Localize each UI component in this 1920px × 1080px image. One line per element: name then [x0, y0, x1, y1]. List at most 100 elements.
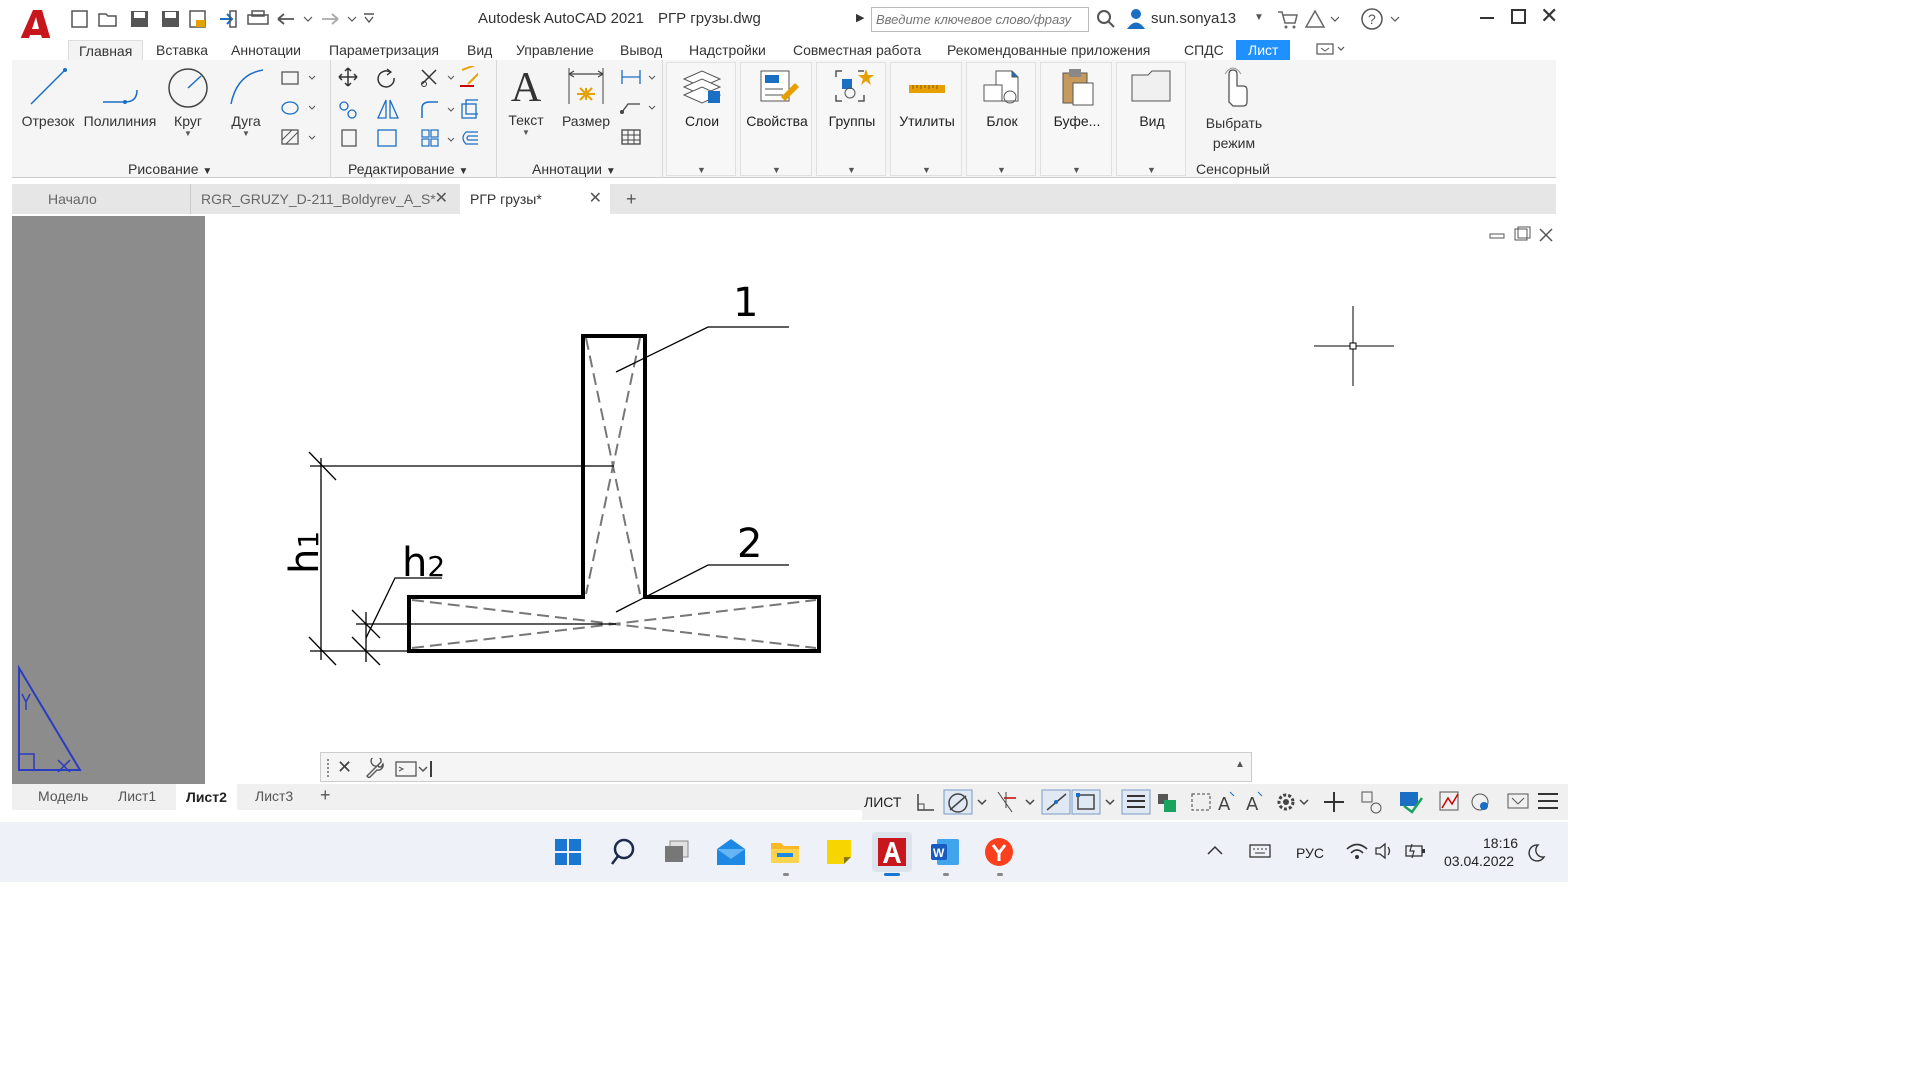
tab-insert[interactable]: Вставка: [156, 40, 208, 60]
battery-icon[interactable]: [1404, 842, 1428, 863]
status-tools[interactable]: A A: [914, 788, 1568, 816]
draw-panel-title[interactable]: Рисование ▼: [128, 161, 212, 177]
ribbon-display-toggle-icon[interactable]: [1316, 42, 1348, 59]
task-view-icon[interactable]: [659, 834, 695, 870]
block-panel[interactable]: Блок ▼: [966, 62, 1036, 176]
close-tab-icon[interactable]: ✕: [435, 184, 448, 214]
touch-select-mode-label: Выбрать режим: [1205, 115, 1263, 151]
space-toggle[interactable]: ЛИСТ: [864, 794, 901, 810]
arc-tool[interactable]: Дуга ▼: [218, 64, 274, 138]
utilities-panel[interactable]: Утилиты ▼: [890, 62, 962, 176]
keyboard-icon[interactable]: [1249, 843, 1271, 862]
tab-spds[interactable]: СПДС: [1184, 40, 1224, 60]
t-section-drawing[interactable]: 1 2 h1 h2: [0, 216, 1568, 784]
circle-tool[interactable]: Круг ▼: [160, 64, 216, 138]
new-tab-button[interactable]: +: [616, 184, 646, 214]
add-layout-button[interactable]: +: [320, 785, 331, 806]
block-icon: [983, 70, 1019, 104]
show-hidden-icons-chevron-icon[interactable]: [1206, 842, 1224, 861]
mail-icon[interactable]: [713, 834, 749, 870]
layout-tab-sheet2[interactable]: Лист2: [176, 784, 237, 810]
annotation-panel-title[interactable]: Аннотации ▼: [532, 161, 616, 177]
isodraft-icon: [1041, 789, 1071, 815]
search-input[interactable]: [871, 7, 1089, 32]
draw-small-tools: [278, 66, 324, 155]
clock-time[interactable]: 18:16: [1483, 835, 1518, 851]
layers-icon: [682, 70, 722, 104]
start-button[interactable]: [550, 834, 586, 870]
polar-tracking-icon: [943, 789, 973, 815]
tab-addins[interactable]: Надстройки: [689, 40, 766, 60]
tab-output[interactable]: Вывод: [620, 40, 662, 60]
close-tab-icon[interactable]: ✕: [589, 184, 602, 214]
file-explorer-icon[interactable]: [767, 834, 803, 870]
touch-select-mode-button[interactable]: Выбрать режим: [1196, 64, 1272, 153]
clipboard-label: Буфе...: [1053, 113, 1101, 129]
snap-mode-icon: [917, 794, 934, 811]
close-window-button[interactable]: ✕: [1540, 5, 1558, 27]
cart-icon[interactable]: [1276, 8, 1298, 33]
ribbon-tabs: Главная Вставка Аннотации Параметризация…: [0, 38, 1568, 60]
user-menu-chevron-icon[interactable]: ▼: [1254, 12, 1264, 23]
layout-tab-sheet1[interactable]: Лист1: [118, 788, 156, 804]
help-icon[interactable]: ?: [1360, 7, 1400, 34]
properties-panel[interactable]: Свойства ▼: [740, 62, 812, 176]
dimension-tool[interactable]: Размер: [556, 64, 616, 129]
user-name[interactable]: sun.sonya13: [1151, 10, 1236, 27]
groups-panel[interactable]: Группы ▼: [816, 62, 886, 176]
annotation-small-tools[interactable]: [618, 66, 664, 155]
clipboard-icon: [1062, 69, 1094, 106]
modify-panel-title[interactable]: Редактирование ▼: [348, 161, 468, 177]
volume-icon[interactable]: [1374, 842, 1396, 863]
layers-panel[interactable]: Слои ▼: [666, 62, 736, 176]
command-line-grip-icon[interactable]: [327, 759, 331, 777]
word-icon[interactable]: W: [927, 834, 963, 870]
maximize-window-button[interactable]: [1511, 9, 1526, 24]
search-icon[interactable]: [1096, 9, 1116, 32]
modify-tools[interactable]: [338, 63, 481, 155]
layout-tab-sheet3[interactable]: Лист3: [255, 788, 293, 804]
tab-manage[interactable]: Управление: [516, 40, 594, 60]
user-icon[interactable]: [1126, 8, 1146, 33]
taskbar-search-icon[interactable]: [605, 834, 641, 870]
tab-layout[interactable]: Лист: [1236, 40, 1291, 60]
clean-screen-icon: [1507, 793, 1529, 809]
text-tool[interactable]: A Текст ▼: [502, 64, 550, 137]
tab-collaborate[interactable]: Совместная работа: [793, 40, 921, 60]
polyline-tool[interactable]: Полилиния: [82, 64, 158, 129]
input-language[interactable]: РУС: [1296, 845, 1324, 861]
doc-tab-start[interactable]: Начало: [38, 184, 188, 214]
status-bar: ЛИСТ A A: [862, 784, 1568, 820]
clipboard-panel[interactable]: Буфе... ▼: [1040, 62, 1112, 176]
autocad-taskbar-icon[interactable]: [872, 832, 912, 872]
tab-home[interactable]: Главная: [68, 40, 144, 60]
ucs-icon: [18, 664, 82, 773]
tab-annotate[interactable]: Аннотации: [231, 40, 301, 60]
focus-assist-moon-icon[interactable]: [1526, 843, 1546, 866]
wifi-icon[interactable]: [1346, 842, 1368, 863]
sticky-notes-icon[interactable]: [821, 834, 857, 870]
command-history-up-icon[interactable]: ▲: [1235, 759, 1245, 770]
tab-view[interactable]: Вид: [467, 40, 492, 60]
workspace-gear-icon: [1277, 793, 1295, 811]
svg-text:W: W: [933, 846, 945, 860]
minimize-window-button[interactable]: [1480, 17, 1494, 19]
doc-tab-rgr-gruzy[interactable]: РГР грузы* ✕: [460, 184, 610, 214]
close-command-line-icon[interactable]: ✕: [337, 757, 352, 778]
doc-tab-rgr-gruzy-boldyrev[interactable]: RGR_GRUZY_D-211_Boldyrev_A_S* ✕: [190, 184, 456, 214]
yandex-browser-icon[interactable]: [981, 834, 1017, 870]
recent-commands-icon[interactable]: [395, 760, 435, 781]
layout-tab-model[interactable]: Модель: [38, 788, 88, 804]
document-tabs: Начало RGR_GRUZY_D-211_Boldyrev_A_S* ✕ РГ…: [12, 184, 1556, 214]
customize-wrench-icon[interactable]: [363, 755, 385, 781]
circle-tool-label: Круг: [174, 113, 202, 129]
tab-parametric[interactable]: Параметризация: [329, 40, 439, 60]
line-tool[interactable]: Отрезок: [18, 64, 78, 129]
command-input[interactable]: [437, 757, 1217, 777]
dim-h1-letter: h: [282, 549, 328, 574]
clock-date[interactable]: 03.04.2022: [1444, 853, 1514, 869]
view-panel[interactable]: Вид ▼: [1116, 62, 1186, 176]
autodesk-a360-icon[interactable]: [1304, 8, 1340, 33]
search-expand-arrow-icon[interactable]: ▶: [856, 11, 864, 24]
tab-featured-apps[interactable]: Рекомендованные приложения: [947, 40, 1150, 60]
